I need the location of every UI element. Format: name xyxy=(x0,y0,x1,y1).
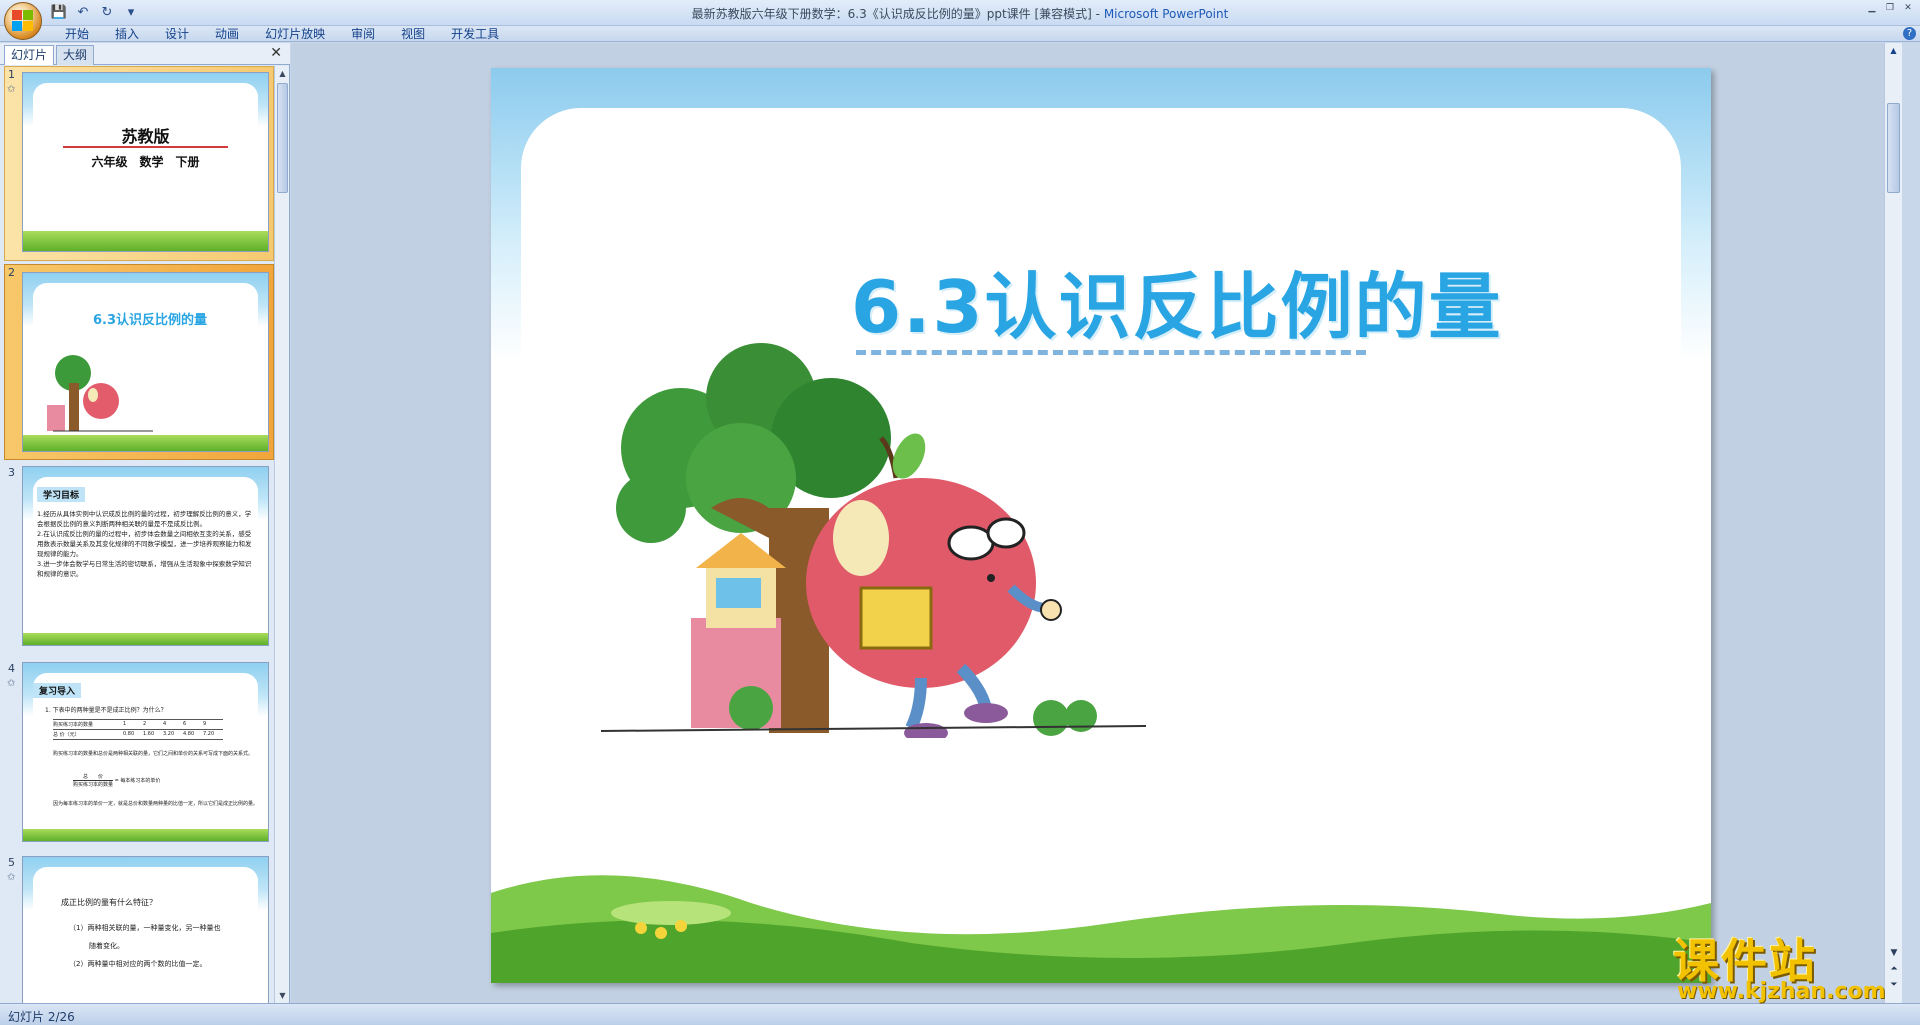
tab-home[interactable]: 开始 xyxy=(52,26,102,42)
tab-outline[interactable]: 大纲 xyxy=(56,45,95,65)
thumbnail-formula: 总 价 购买练习本的数量 = 每本练习本的单价 xyxy=(73,774,161,788)
slide-thumbnail-3[interactable]: 3 学习目标 1.经历从具体实例中认识成反比例的量的过程，初步理解反比例的意义，… xyxy=(0,464,275,646)
apple-character-illustration xyxy=(600,343,1147,738)
watermark-url: www.kjzhan.com xyxy=(1677,979,1886,1004)
tab-view[interactable]: 视图 xyxy=(388,26,438,42)
thumbnail-title: 6.3认识反比例的量 xyxy=(93,313,208,328)
tab-animations[interactable]: 动画 xyxy=(202,26,252,42)
animation-star-icon: ✩ xyxy=(7,678,16,689)
slide-number: 1 xyxy=(8,68,15,81)
thumbnail-heading: 学习目标 xyxy=(37,487,86,502)
scroll-up-icon[interactable]: ▲ xyxy=(275,66,290,81)
office-button[interactable] xyxy=(4,2,42,40)
help-icon[interactable]: ? xyxy=(1903,27,1916,40)
thumbnail-title: 苏教版 xyxy=(121,127,170,146)
slide-number: 4 xyxy=(8,662,15,675)
thumbnail-points: （1）两种相关联的量，一种量变化，另一种量也 随着变化。 （2）两种量中相对应的… xyxy=(69,924,221,968)
current-slide[interactable]: 6.3认识反比例的量 xyxy=(491,68,1711,983)
thumbnail-body: 1.经历从具体实例中认识成反比例的量的过程，初步理解反比例的意义，学会根据反比例… xyxy=(37,510,252,578)
thumbnail-note: 购买练习本的数量和总价是两种相关联的量，它们之间和单价的关系可写成下面的关系式。 xyxy=(53,751,254,757)
slide-number: 2 xyxy=(8,266,15,279)
slide-thumbnail-2[interactable]: 2 6.3认识反比例的量 xyxy=(0,264,275,460)
thumbnail-preview: 复习导入 1. 下表中的两种量是不是成正比例？为什么？ 购买练习本的数量 1 2… xyxy=(22,662,269,842)
tab-developer[interactable]: 开发工具 xyxy=(438,26,512,42)
app-name: Microsoft PowerPoint xyxy=(1103,7,1229,21)
close-icon[interactable]: ✕ xyxy=(1900,2,1916,14)
thumbnail-scrollbar[interactable]: ▲ ▼ xyxy=(274,66,289,1003)
thumbnail-question: 成正比例的量有什么特征？ xyxy=(61,898,157,907)
thumbnail-preview: 6.3认识反比例的量 xyxy=(22,272,269,452)
thumbnail-question: 1. 下表中的两种量是不是成正比例？为什么？ xyxy=(45,707,167,714)
scroll-thumb[interactable] xyxy=(277,83,288,193)
minimize-icon[interactable]: ▁ xyxy=(1864,2,1880,14)
slide-thumbnail-5[interactable]: 5 ✩ 成正比例的量有什么特征？ （1）两种相关联的量，一种量变化，另一种量也 … xyxy=(0,854,275,1003)
animation-star-icon: ✩ xyxy=(7,84,16,95)
panel-tabs: 幻灯片 大纲 ✕ xyxy=(0,43,290,65)
tab-insert[interactable]: 插入 xyxy=(102,26,152,42)
tab-review[interactable]: 审阅 xyxy=(338,26,388,42)
thumbnail-preview: 学习目标 1.经历从具体实例中认识成反比例的量的过程，初步理解反比例的意义，学会… xyxy=(22,466,269,646)
scroll-down-icon[interactable]: ▼ xyxy=(275,988,290,1003)
thumbnail-subtitle: 六年级 数学 下册 xyxy=(91,155,200,169)
window-controls: ▁ ❐ ✕ xyxy=(1864,2,1916,14)
window-title: 最新苏教版六年级下册数学：6.3《认识成反比例的量》ppt课件 [兼容模式] -… xyxy=(0,5,1920,22)
close-icon[interactable]: ✕ xyxy=(270,45,282,61)
slide-thumbnail-1[interactable]: 1 ✩ 苏教版 六年级 数学 下册 xyxy=(0,66,275,261)
tab-design[interactable]: 设计 xyxy=(152,26,202,42)
apple-tree-illustration xyxy=(47,355,153,432)
title-underline xyxy=(63,146,228,148)
thumbnail-heading: 复习导入 xyxy=(33,683,82,698)
restore-icon[interactable]: ❐ xyxy=(1882,2,1898,14)
document-title: 最新苏教版六年级下册数学：6.3《认识成反比例的量》ppt课件 [兼容模式] - xyxy=(691,7,1104,21)
grass-hills-background xyxy=(491,875,1711,983)
thumbnail-note: 因为每本练习本的单价一定，就是总价和数量两种量的比值一定，所以它们是成正比例的量… xyxy=(53,801,259,807)
ribbon-tab-bar: 开始 插入 设计 动画 幻灯片放映 审阅 视图 开发工具 ? xyxy=(0,26,1920,42)
thumbnail-list: 1 ✩ 苏教版 六年级 数学 下册 2 6.3认识反比例的量 3 学习目标 1.… xyxy=(0,66,275,1003)
animation-star-icon: ✩ xyxy=(7,872,16,883)
slide-number: 3 xyxy=(8,466,15,479)
slide-scrollbar[interactable]: ▲ ▼ ⏶ ⏷ xyxy=(1884,43,1902,1003)
thumbnail-preview: 苏教版 六年级 数学 下册 xyxy=(22,72,269,252)
thumbnail-preview: 成正比例的量有什么特征？ （1）两种相关联的量，一种量变化，另一种量也 随着变化… xyxy=(22,856,269,1003)
slide-counter: 幻灯片 2/26 xyxy=(8,1010,75,1024)
scroll-thumb[interactable] xyxy=(1887,103,1900,193)
tab-slides[interactable]: 幻灯片 xyxy=(4,45,55,65)
slide-number: 5 xyxy=(8,856,15,869)
watermark-logo: 课件站 www.kjzhan.com xyxy=(1665,925,1915,1005)
thumbnail-table: 购买练习本的数量 1 2 4 6 9 总 价（元） 0.80 1.60 3.20… xyxy=(53,719,223,740)
scroll-up-icon[interactable]: ▲ xyxy=(1885,43,1902,58)
tab-slideshow[interactable]: 幻灯片放映 xyxy=(252,26,338,42)
slide-thumbnail-4[interactable]: 4 ✩ 复习导入 1. 下表中的两种量是不是成正比例？为什么？ 购买练习本的数量… xyxy=(0,660,275,845)
slides-panel: 幻灯片 大纲 ✕ 1 ✩ 苏教版 六年级 数学 下册 2 6.3认识反比例的量 … xyxy=(0,43,290,1003)
slide-editing-area: 6.3认识反比例的量 ▲ ▼ ⏶ ⏷ xyxy=(291,43,1902,1003)
status-bar: 幻灯片 2/26 xyxy=(0,1003,1920,1025)
title-bar: 💾 ↶ ↻ ▾ 最新苏教版六年级下册数学：6.3《认识成反比例的量》ppt课件 … xyxy=(0,0,1920,26)
office-logo-icon xyxy=(12,10,34,32)
